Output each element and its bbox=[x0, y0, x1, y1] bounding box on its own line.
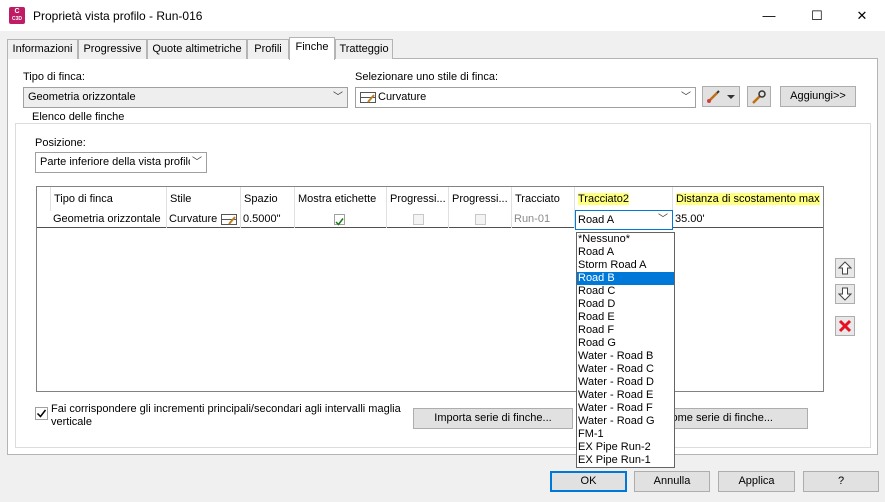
chevron-down-icon: ﹀ bbox=[658, 214, 668, 225]
band-style-icon bbox=[360, 92, 376, 103]
cell-style[interactable]: Curvature bbox=[167, 211, 241, 228]
show-labels-checkbox[interactable] bbox=[334, 214, 345, 226]
chevron-down-icon: ﹀ bbox=[333, 92, 343, 103]
move-down-button[interactable] bbox=[835, 284, 855, 304]
window-title: Proprietà vista profilo - Run-016 bbox=[33, 9, 203, 23]
tab-tratteggio[interactable]: Tratteggio bbox=[335, 39, 393, 59]
tab-quote-altimetriche[interactable]: Quote altimetriche bbox=[147, 39, 247, 59]
chevron-down-icon: ﹀ bbox=[190, 153, 202, 172]
add-band-button[interactable]: Aggiungi>> bbox=[780, 86, 856, 107]
cell-alignment[interactable]: Run-01 bbox=[512, 211, 575, 228]
edit-style-icon bbox=[707, 90, 735, 103]
band-style-select[interactable]: Curvature ﹀ bbox=[355, 87, 696, 108]
cell-offset[interactable]: 35.00' bbox=[673, 211, 823, 228]
band-style-icon bbox=[221, 214, 237, 225]
minimize-button[interactable]: — bbox=[746, 0, 792, 31]
dropdown-option[interactable]: Road E bbox=[577, 311, 674, 324]
cell-show-labels[interactable] bbox=[295, 211, 387, 228]
move-up-button[interactable] bbox=[835, 258, 855, 278]
dropdown-option[interactable]: Water - Road E bbox=[577, 389, 674, 402]
chevron-down-icon: ﹀ bbox=[681, 92, 691, 103]
progressive-1-checkbox[interactable] bbox=[413, 214, 424, 225]
alignment2-dropdown-list: *Nessuno* Road A Storm Road A Road B Roa… bbox=[576, 232, 675, 468]
close-button[interactable]: ✕ bbox=[839, 0, 885, 31]
dropdown-option[interactable]: Road C bbox=[577, 285, 674, 298]
dropdown-option[interactable]: Water - Road C bbox=[577, 363, 674, 376]
dropdown-option[interactable]: *Nessuno* bbox=[577, 233, 674, 246]
edit-style-button[interactable] bbox=[702, 86, 740, 107]
cell-band-type[interactable]: Geometria orizzontale bbox=[51, 211, 167, 228]
dropdown-option[interactable]: Road G bbox=[577, 337, 674, 350]
band-type-value: Geometria orizzontale bbox=[28, 91, 136, 103]
band-style-value: Curvature bbox=[378, 91, 427, 103]
header-offset: Distanza di scostamento max bbox=[676, 193, 820, 205]
arrow-up-icon bbox=[837, 261, 853, 275]
dropdown-option[interactable]: Water - Road B bbox=[577, 350, 674, 363]
cancel-button[interactable]: Annulla bbox=[634, 471, 710, 492]
cell-gap[interactable]: 0.5000" bbox=[241, 211, 295, 228]
header-alignment2: Tracciato2 bbox=[578, 193, 629, 205]
alignment2-combo[interactable]: Road A ﹀ bbox=[575, 210, 673, 230]
dropdown-option[interactable]: Storm Road A bbox=[577, 259, 674, 272]
arrow-down-icon bbox=[837, 287, 853, 301]
match-increments-checkbox[interactable] bbox=[35, 407, 48, 420]
delete-x-icon bbox=[838, 319, 852, 333]
checkmark-icon bbox=[36, 409, 47, 418]
band-type-label: Tipo di finca: bbox=[23, 71, 85, 83]
tab-informazioni[interactable]: Informazioni bbox=[7, 39, 78, 59]
header-alignment2-cell[interactable]: Tracciato2 bbox=[575, 187, 673, 211]
header-alignment[interactable]: Tracciato bbox=[512, 187, 575, 211]
dropdown-option[interactable]: Road F bbox=[577, 324, 674, 337]
dropdown-option-selected[interactable]: Road B bbox=[577, 272, 674, 285]
header-show-labels[interactable]: Mostra etichette bbox=[295, 187, 387, 211]
checkmark-icon bbox=[335, 218, 344, 226]
help-button[interactable]: ? bbox=[803, 471, 879, 492]
band-type-select[interactable]: Geometria orizzontale ﹀ bbox=[23, 87, 348, 108]
header-offset-cell[interactable]: Distanza di scostamento max bbox=[673, 187, 823, 211]
position-label: Posizione: bbox=[35, 137, 86, 149]
tab-progressive[interactable]: Progressive bbox=[78, 39, 147, 59]
dropdown-option[interactable]: Water - Road F bbox=[577, 402, 674, 415]
ok-button[interactable]: OK bbox=[550, 471, 627, 492]
cell-progressive-1[interactable] bbox=[387, 211, 449, 228]
header-style[interactable]: Stile bbox=[167, 187, 241, 211]
dropdown-option[interactable]: Water - Road G bbox=[577, 415, 674, 428]
maximize-button[interactable]: ☐ bbox=[794, 0, 840, 31]
dropdown-option[interactable]: Road A bbox=[577, 246, 674, 259]
dropdown-option[interactable]: EX Pipe Run-2 bbox=[577, 441, 674, 454]
civil3d-app-icon: C C3D bbox=[9, 7, 25, 24]
cell-style-value: Curvature bbox=[169, 213, 218, 225]
title-bar: C C3D Proprietà vista profilo - Run-016 … bbox=[0, 0, 885, 31]
match-increments-label: Fai corrispondere gli incrementi princip… bbox=[51, 403, 401, 428]
dropdown-option[interactable]: EX Pipe Run-1 bbox=[577, 454, 674, 467]
band-style-label: Selezionare uno stile di finca: bbox=[355, 71, 499, 83]
alignment2-value: Road A bbox=[578, 214, 615, 226]
import-band-set-button[interactable]: Importa serie di finche... bbox=[413, 408, 573, 429]
grid-corner bbox=[37, 187, 51, 211]
pick-style-button[interactable] bbox=[747, 86, 771, 107]
header-progressive-1[interactable]: Progressi... bbox=[387, 187, 449, 211]
tab-profili[interactable]: Profili bbox=[247, 39, 289, 59]
dropdown-option[interactable]: Road D bbox=[577, 298, 674, 311]
header-band-type[interactable]: Tipo di finca bbox=[51, 187, 167, 211]
apply-button[interactable]: Applica bbox=[718, 471, 795, 492]
dropdown-option[interactable]: Water - Road D bbox=[577, 376, 674, 389]
pick-style-icon bbox=[752, 90, 766, 104]
header-gap[interactable]: Spazio bbox=[241, 187, 295, 211]
position-value: Parte inferiore della vista profilo bbox=[40, 156, 195, 168]
tab-finche[interactable]: Finche bbox=[289, 37, 335, 60]
progressive-2-checkbox[interactable] bbox=[475, 214, 486, 225]
cell-progressive-2[interactable] bbox=[449, 211, 512, 228]
delete-band-button[interactable] bbox=[835, 316, 855, 336]
band-grid: Tipo di finca Stile Spazio Mostra etiche… bbox=[36, 186, 824, 392]
position-select[interactable]: Parte inferiore della vista profilo ﹀ bbox=[35, 152, 207, 173]
band-list-group-label: Elenco delle finche bbox=[30, 111, 127, 123]
header-progressive-2[interactable]: Progressi... bbox=[449, 187, 512, 211]
dropdown-option[interactable]: FM-1 bbox=[577, 428, 674, 441]
